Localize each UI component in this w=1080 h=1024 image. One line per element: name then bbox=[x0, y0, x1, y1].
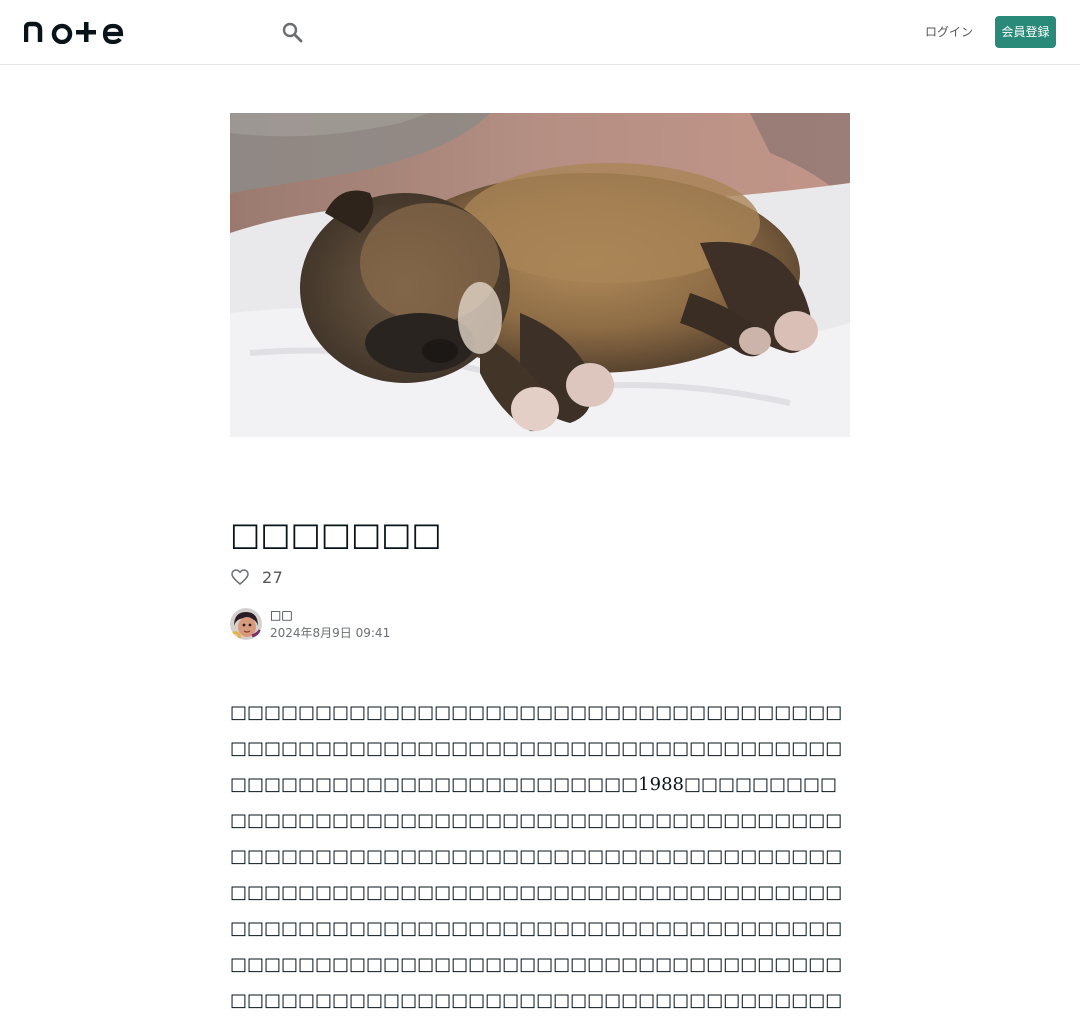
like-count: 27 bbox=[262, 567, 284, 587]
signup-button[interactable]: 会員登録 bbox=[995, 16, 1056, 48]
article-body: □□□□□□□□□□□□□□□□□□□□□□□□□□□□□□□□□□□□□□□□… bbox=[230, 702, 843, 1011]
author-block: □□ 2024年8月9日 09:41 bbox=[230, 607, 390, 641]
heart-icon[interactable] bbox=[230, 567, 250, 587]
search-button[interactable] bbox=[280, 20, 304, 44]
author-name[interactable]: □□ bbox=[270, 607, 390, 623]
hero-image bbox=[230, 113, 850, 437]
note-logo-mark bbox=[23, 21, 124, 45]
search-icon bbox=[282, 22, 303, 43]
site-header: ログイン 会員登録 bbox=[0, 0, 1080, 65]
avatar[interactable] bbox=[230, 608, 262, 640]
login-link[interactable]: ログイン bbox=[924, 16, 974, 48]
post-date: 2024年8月9日 09:41 bbox=[270, 626, 391, 640]
like-row: 27 bbox=[230, 566, 283, 588]
note-logo[interactable] bbox=[23, 20, 124, 45]
article-title: □□□□□□□ bbox=[230, 515, 442, 553]
sleeping-puppy-photo bbox=[230, 113, 850, 437]
